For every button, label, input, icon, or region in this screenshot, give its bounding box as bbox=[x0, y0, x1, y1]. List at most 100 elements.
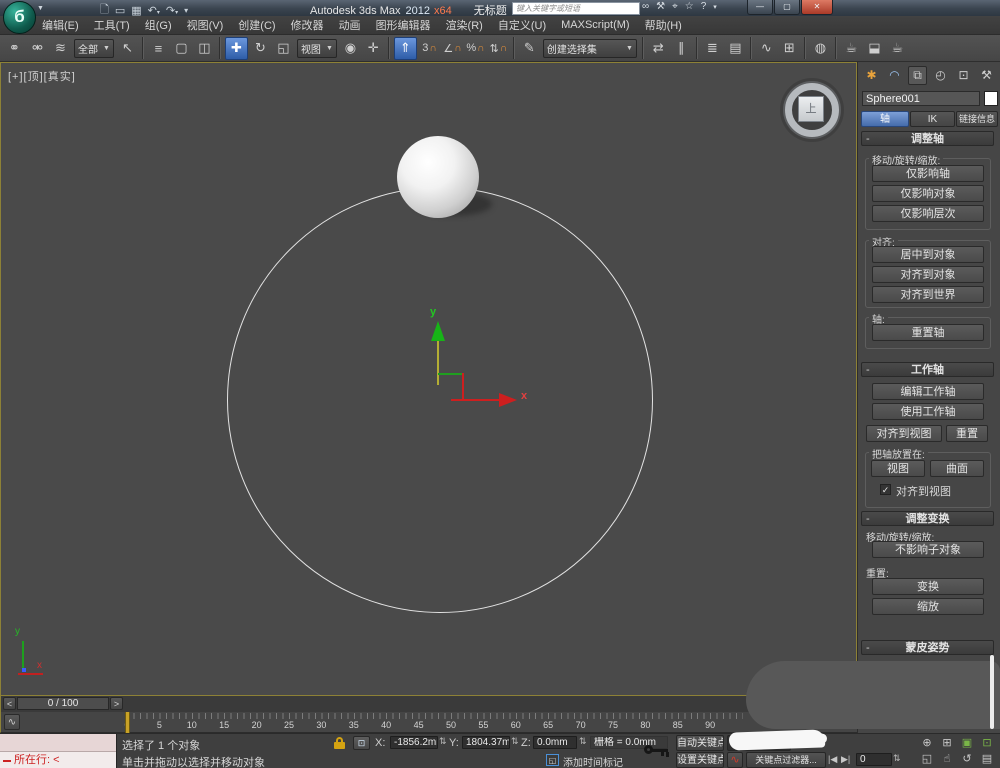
viewport-label[interactable]: [+][顶][真实] bbox=[8, 68, 76, 84]
reset-working-pivot-button[interactable]: 重置 bbox=[946, 425, 988, 442]
macro-recorder-field[interactable] bbox=[0, 734, 116, 752]
go-to-start-icon[interactable]: |◀ bbox=[828, 754, 837, 765]
angle-snap-icon[interactable]: ∠ ∩ bbox=[442, 38, 463, 59]
schematic-view-icon[interactable]: ⊞ bbox=[779, 38, 800, 59]
bind-to-space-warp-icon[interactable]: ≋ bbox=[50, 38, 71, 59]
reset-pivot-button[interactable]: 重置轴 bbox=[872, 324, 984, 341]
current-frame-field[interactable]: 0 bbox=[856, 753, 892, 766]
spinner-snap-icon[interactable]: ⇅ ∩ bbox=[488, 38, 509, 59]
affect-object-only-button[interactable]: 仅影响对象 bbox=[872, 185, 984, 202]
menu-maxscript[interactable]: MAXScript(M) bbox=[561, 19, 629, 31]
align-to-object-button[interactable]: 对齐到对象 bbox=[872, 266, 984, 283]
utilities-tab-icon[interactable]: ⚒ bbox=[977, 66, 996, 85]
zoom-icon[interactable]: ⊕ bbox=[918, 736, 936, 751]
pivot-subtab[interactable]: 轴 bbox=[861, 111, 909, 127]
select-and-rotate-icon[interactable]: ↻ bbox=[250, 38, 271, 59]
z-coordinate-field[interactable]: 0.0mm bbox=[533, 736, 577, 749]
rendered-frame-window-icon[interactable]: ⬓ bbox=[864, 38, 885, 59]
center-to-object-button[interactable]: 居中到对象 bbox=[872, 246, 984, 263]
x-spinner[interactable]: ⇅ bbox=[439, 736, 447, 747]
affect-pivot-only-button[interactable]: 仅影响轴 bbox=[872, 165, 984, 182]
percent-snap-icon[interactable]: % ∩ bbox=[465, 38, 486, 59]
align-to-world-button[interactable]: 对齐到世界 bbox=[872, 286, 984, 303]
ribbon-toggle-icon[interactable]: ▤ bbox=[725, 38, 746, 59]
sphere-object[interactable] bbox=[397, 136, 479, 218]
layer-manager-icon[interactable]: ≣ bbox=[702, 38, 723, 59]
set-key-big-key-icon[interactable] bbox=[644, 740, 674, 762]
viewport-top[interactable]: [+][顶][真实] 上 y x y x bbox=[0, 62, 857, 696]
render-setup-icon[interactable]: ☕ bbox=[841, 38, 862, 59]
rollout-adjust-pivot[interactable]: - 调整轴 bbox=[861, 131, 994, 146]
window-crossing-icon[interactable]: ◫ bbox=[194, 38, 215, 59]
menu-create[interactable]: 创建(C) bbox=[238, 17, 275, 33]
previous-frame-button[interactable]: < bbox=[3, 697, 16, 710]
align-to-view-button[interactable]: 对齐到视图 bbox=[866, 425, 942, 442]
close-button[interactable]: ✕ bbox=[801, 0, 833, 15]
track-bar[interactable]: ∿ 051015202530354045505560657075808590 bbox=[0, 712, 857, 733]
help-icon[interactable]: ? bbox=[701, 1, 707, 12]
viewcube-top-face[interactable]: 上 bbox=[798, 96, 824, 122]
add-time-tag-text[interactable]: 添加时间标记 bbox=[563, 754, 623, 768]
time-tag-icon[interactable]: ◱ bbox=[546, 754, 559, 766]
key-tangent-icon[interactable]: ∿ bbox=[727, 752, 743, 768]
align-to-view-checkbox[interactable]: ✓ bbox=[880, 484, 891, 495]
auto-key-button[interactable]: 自动关键点 bbox=[676, 735, 724, 751]
object-name-field[interactable]: Sphere001 bbox=[862, 91, 980, 106]
align-icon[interactable]: ∥ bbox=[671, 38, 692, 59]
use-pivot-point-center-icon[interactable]: ◉ bbox=[340, 38, 361, 59]
menu-customize[interactable]: 自定义(U) bbox=[498, 17, 546, 33]
rollout-working-pivot[interactable]: - 工作轴 bbox=[861, 362, 994, 377]
modify-tab-icon[interactable]: ◠ bbox=[885, 66, 904, 85]
current-frame-marker[interactable] bbox=[125, 712, 130, 733]
edit-working-pivot-button[interactable]: 编辑工作轴 bbox=[872, 383, 984, 400]
select-and-move-icon[interactable]: ✚ bbox=[224, 36, 248, 60]
edit-named-selection-sets-icon[interactable]: ✎ bbox=[519, 38, 540, 59]
affect-hierarchy-only-button[interactable]: 仅影响层次 bbox=[872, 205, 984, 222]
named-selection-sets-dropdown[interactable]: 创建选择集 ▼ bbox=[542, 38, 637, 58]
snaps-toggle-icon[interactable]: 3 ∩ bbox=[419, 38, 440, 59]
mirror-icon[interactable]: ⇄ bbox=[648, 38, 669, 59]
select-and-scale-icon[interactable]: ◱ bbox=[273, 38, 294, 59]
motion-tab-icon[interactable]: ◴ bbox=[931, 66, 950, 85]
infocenter-caret-icon[interactable]: ▾ bbox=[713, 3, 717, 11]
place-surface-button[interactable]: 曲面 bbox=[930, 460, 984, 477]
selection-lock-icon[interactable] bbox=[333, 737, 347, 749]
x-coordinate-field[interactable]: -1856.2mm bbox=[390, 736, 438, 749]
circle-spline[interactable] bbox=[227, 187, 653, 613]
reset-scale-button[interactable]: 缩放 bbox=[872, 598, 984, 615]
menu-edit[interactable]: 编辑(E) bbox=[42, 17, 79, 33]
menu-animation[interactable]: 动画 bbox=[339, 17, 361, 33]
select-and-manipulate-icon[interactable]: ✛ bbox=[363, 38, 384, 59]
select-and-link-icon[interactable]: ⚭ bbox=[4, 38, 25, 59]
search-binoculars-icon[interactable]: ∞ bbox=[642, 1, 649, 12]
place-view-button[interactable]: 视图 bbox=[871, 460, 925, 477]
viewcube[interactable]: 上 bbox=[780, 78, 844, 142]
rectangular-selection-region-icon[interactable]: ▢ bbox=[171, 38, 192, 59]
unlink-selection-icon[interactable]: ⚮ bbox=[27, 38, 48, 59]
menu-help[interactable]: 帮助(H) bbox=[645, 17, 682, 33]
maximize-button[interactable]: ▢ bbox=[774, 0, 800, 15]
listener-field[interactable]: 所在行: < bbox=[0, 752, 116, 768]
pan-icon[interactable]: ☝ bbox=[938, 752, 956, 767]
minimize-button[interactable]: — bbox=[747, 0, 773, 15]
orbit-icon[interactable]: ↺ bbox=[958, 752, 976, 767]
y-spinner[interactable]: ⇅ bbox=[511, 736, 519, 747]
panel-scrollbar-thumb[interactable] bbox=[990, 655, 994, 729]
keyboard-shortcut-override-icon[interactable]: ⇑ bbox=[393, 36, 417, 60]
y-coordinate-field[interactable]: 1804.37mm bbox=[462, 736, 510, 749]
zoom-extents-icon[interactable]: ▣ bbox=[958, 736, 976, 751]
render-production-icon[interactable]: ☕ bbox=[887, 38, 908, 59]
go-to-end-icon[interactable]: ▶| bbox=[841, 754, 850, 765]
zoom-region-icon[interactable]: ◱ bbox=[918, 752, 936, 767]
link-info-subtab[interactable]: 链接信息 bbox=[956, 111, 998, 127]
favorites-star-icon[interactable]: ☆ bbox=[685, 1, 694, 12]
toolbar-options-caret-icon[interactable]: ▾ bbox=[184, 6, 188, 15]
select-object-icon[interactable]: ↖ bbox=[117, 38, 138, 59]
mini-curve-editor-icon[interactable]: ∿ bbox=[4, 714, 20, 730]
absolute-mode-icon[interactable]: ⊡ bbox=[353, 736, 370, 750]
rollout-skin-pose[interactable]: - 蒙皮姿势 bbox=[861, 640, 994, 655]
curve-editor-icon[interactable]: ∿ bbox=[756, 38, 777, 59]
frame-spinner[interactable]: ⇅ bbox=[893, 753, 901, 764]
rollout-adjust-transform[interactable]: - 调整变换 bbox=[861, 511, 994, 526]
zoom-all-icon[interactable]: ⊞ bbox=[938, 736, 956, 751]
